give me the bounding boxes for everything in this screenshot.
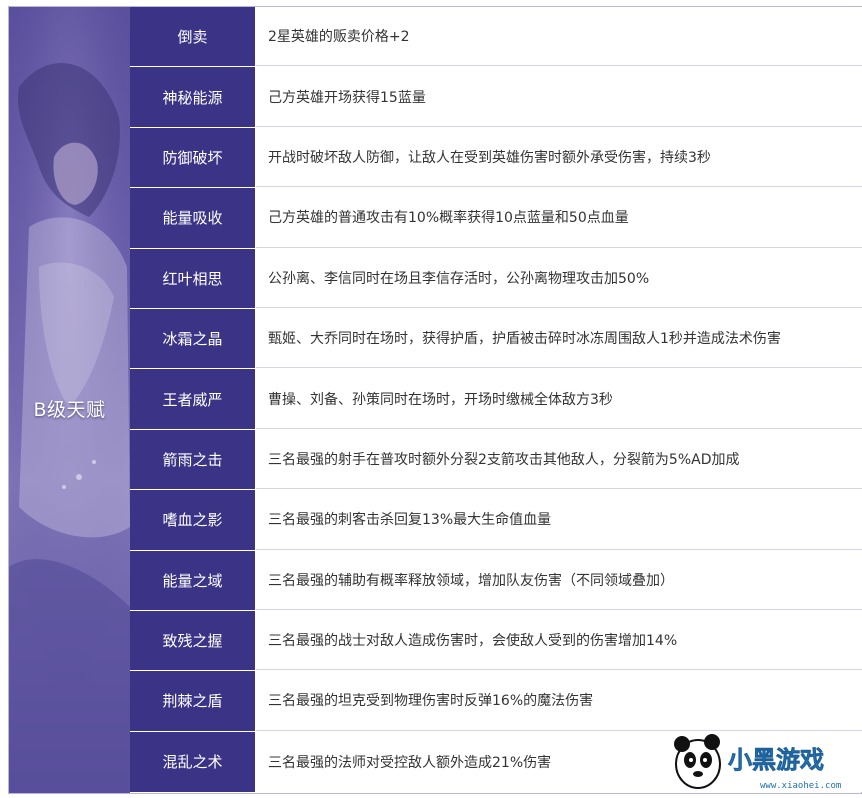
talent-description: 曹操、刘备、孙策同时在场时，开场时缴械全体敌方3秒 (256, 369, 862, 429)
talent-row: 能量吸收 己方英雄的普通攻击有10%概率获得10点蓝量和50点血量 (130, 188, 862, 249)
talent-description: 三名最强的战士对敌人造成伤害时，会使敌人受到的伤害增加14% (256, 610, 862, 671)
talent-row: 神秘能源 己方英雄开场获得15蓝量 (130, 67, 862, 128)
talent-name: 嗜血之影 (130, 490, 256, 550)
talent-name: 冰霜之晶 (130, 308, 256, 369)
talent-description: 己方英雄的普通攻击有10%概率获得10点蓝量和50点血量 (256, 188, 862, 248)
watermark-url: www.xiaohei.com (760, 781, 841, 791)
talent-row: 能量之域 三名最强的辅助有概率释放领域，增加队友伤害（不同领域叠加） (130, 550, 862, 611)
talent-row: 王者威严 曹操、刘备、孙策同时在场时，开场时缴械全体敌方3秒 (130, 369, 862, 430)
talent-name: 倒卖 (130, 7, 256, 67)
talent-row: 致残之握 三名最强的战士对敌人造成伤害时，会使敌人受到的伤害增加14% (130, 610, 862, 672)
watermark-brand: 小黑游戏 (728, 746, 824, 774)
talent-description: 己方英雄开场获得15蓝量 (256, 67, 862, 127)
talent-description: 三名最强的辅助有概率释放领域，增加队友伤害（不同领域叠加） (256, 550, 862, 610)
panda-mascot-icon (674, 734, 721, 789)
talent-name: 致残之握 (130, 610, 256, 671)
talent-list: 倒卖 2星英雄的贩卖价格+2 神秘能源 己方英雄开场获得15蓝量 防御破坏 开战… (130, 7, 862, 793)
talent-description: 公孙离、李信同时在场且李信存活时，公孙离物理攻击加50% (256, 248, 862, 308)
talent-row: 倒卖 2星英雄的贩卖价格+2 (130, 7, 862, 68)
talent-row: 冰霜之晶 甄姬、大乔同时在场时，获得护盾，护盾被击碎时冰冻周围敌人1秒并造成法术… (130, 308, 862, 370)
talent-name: 荆棘之盾 (130, 671, 256, 731)
talent-description: 2星英雄的贩卖价格+2 (256, 7, 862, 67)
tier-label: B级天赋 (33, 399, 106, 421)
talent-row: 嗜血之影 三名最强的刺客击杀回复13%最大生命值血量 (130, 490, 862, 551)
talent-name: 王者威严 (130, 369, 256, 429)
site-watermark-logo: 小黑游戏 www.xiaohei.com (674, 734, 841, 791)
talent-name: 混乱之术 (130, 731, 256, 793)
talent-description: 三名最强的刺客击杀回复13%最大生命值血量 (256, 490, 862, 550)
talent-row: 防御破坏 开战时破坏敌人防御，让敌人在受到英雄伤害时额外承受伤害，持续3秒 (130, 127, 862, 189)
tier-cell: B级天赋 (9, 7, 130, 793)
talent-description: 三名最强的坦克受到物理伤害时反弹16%的魔法伤害 (256, 671, 862, 731)
talent-name: 箭雨之击 (130, 429, 256, 490)
talent-name: 能量吸收 (130, 188, 256, 248)
talent-name: 能量之域 (130, 550, 256, 610)
talent-description: 三名最强的射手在普攻时额外分裂2支箭攻击其他敌人，分裂箭为5%AD加成 (256, 429, 862, 490)
talent-row: 荆棘之盾 三名最强的坦克受到物理伤害时反弹16%的魔法伤害 (130, 671, 862, 732)
talent-name: 防御破坏 (130, 127, 256, 188)
talent-name: 红叶相思 (130, 248, 256, 308)
talent-description: 开战时破坏敌人防御，让敌人在受到英雄伤害时额外承受伤害，持续3秒 (256, 127, 862, 188)
talent-row: 箭雨之击 三名最强的射手在普攻时额外分裂2支箭攻击其他敌人，分裂箭为5%AD加成 (130, 429, 862, 491)
talent-description: 甄姬、大乔同时在场时，获得护盾，护盾被击碎时冰冻周围敌人1秒并造成法术伤害 (256, 308, 862, 369)
talent-name: 神秘能源 (130, 67, 256, 127)
talent-row: 红叶相思 公孙离、李信同时在场且李信存活时，公孙离物理攻击加50% (130, 248, 862, 309)
